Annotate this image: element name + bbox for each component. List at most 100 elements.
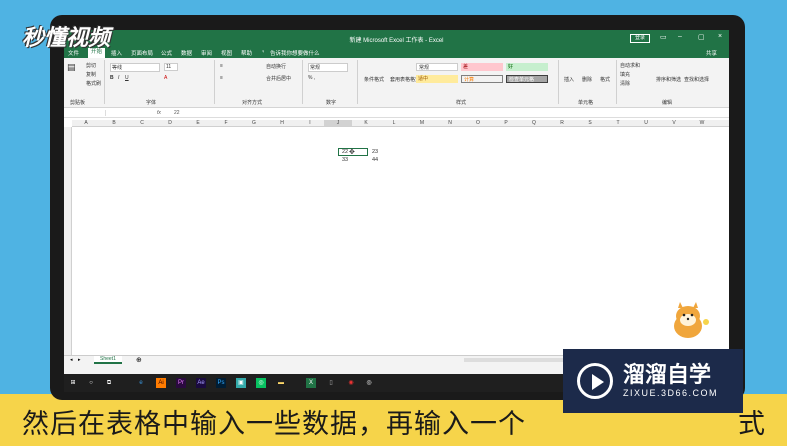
ribbon-options-icon[interactable]: ▭	[660, 33, 667, 41]
column-header-selected[interactable]: J	[324, 120, 352, 126]
tab-formulas[interactable]: 公式	[161, 49, 172, 57]
column-header[interactable]: A	[72, 120, 100, 126]
wechat-icon[interactable]: ◎	[256, 378, 266, 388]
cell-k2[interactable]: 44	[372, 157, 378, 163]
percent-icon[interactable]: % ,	[308, 75, 315, 81]
style-calculation[interactable]: 计算	[461, 75, 503, 83]
cut-button[interactable]: 剪切	[86, 62, 96, 69]
worksheet-grid[interactable]: A B C D E F G H I J K L M N O P Q R S T …	[64, 120, 729, 360]
merge-center-button[interactable]: 合并后居中	[266, 75, 291, 82]
scroll-left-icon[interactable]: ◂	[70, 357, 73, 363]
tab-view[interactable]: 视图	[221, 49, 232, 57]
column-header[interactable]: L	[380, 120, 408, 126]
scroll-right-icon[interactable]: ▸	[78, 357, 81, 363]
column-header[interactable]: G	[240, 120, 268, 126]
paste-icon[interactable]: ▤	[67, 62, 76, 73]
cell-j1[interactable]: 22	[342, 149, 348, 155]
app-icon[interactable]: ▣	[236, 378, 246, 388]
minimize-icon[interactable]: –	[678, 33, 682, 40]
underline-button[interactable]: U	[125, 75, 129, 81]
column-header[interactable]: V	[660, 120, 688, 126]
app-icon[interactable]: ▯	[326, 378, 336, 388]
conditional-format-button[interactable]: 条件格式	[364, 76, 384, 83]
cell-k1[interactable]: 23	[372, 149, 378, 155]
style-bad[interactable]: 差	[461, 63, 503, 71]
column-header[interactable]: W	[688, 120, 716, 126]
column-header[interactable]: H	[268, 120, 296, 126]
task-view-icon[interactable]: ⧉	[104, 378, 114, 388]
column-header[interactable]: D	[156, 120, 184, 126]
tab-review[interactable]: 审阅	[201, 49, 212, 57]
align-left-icon[interactable]: ≡	[220, 75, 223, 81]
styles-group-label: 样式	[456, 100, 467, 106]
column-header[interactable]: K	[352, 120, 380, 126]
brand-url: ZIXUE.3D66.COM	[623, 388, 719, 398]
insert-cells-button[interactable]: 插入	[564, 76, 574, 83]
font-size-select[interactable]: 11	[164, 63, 178, 71]
font-color-icon[interactable]: A	[164, 75, 167, 81]
tab-page-layout[interactable]: 页面布局	[131, 49, 153, 57]
search-icon[interactable]: ○	[86, 378, 96, 388]
format-cells-button[interactable]: 格式	[600, 76, 610, 83]
cell-j2[interactable]: 33	[342, 157, 348, 163]
number-format-select[interactable]: 常规	[308, 63, 348, 72]
tab-help[interactable]: 帮助	[241, 49, 252, 57]
column-header[interactable]: S	[576, 120, 604, 126]
brand-logo: 溜溜自学 ZIXUE.3D66.COM	[563, 349, 743, 413]
folder-icon[interactable]: ▬	[276, 378, 286, 388]
sheet-tab-sheet1[interactable]: Sheet1	[94, 356, 122, 364]
column-header[interactable]: B	[100, 120, 128, 126]
column-header[interactable]: O	[464, 120, 492, 126]
title-bar: 新建 Microsoft Excel 工作表 - Excel 登录 ▭ – ▢ …	[64, 30, 729, 47]
record-icon[interactable]: ◉	[346, 378, 356, 388]
maximize-icon[interactable]: ▢	[698, 33, 705, 41]
clear-button[interactable]: 清除	[620, 80, 630, 87]
column-header[interactable]: M	[408, 120, 436, 126]
login-button[interactable]: 登录	[630, 34, 650, 43]
excel-icon[interactable]: X	[306, 378, 316, 388]
sort-filter-button[interactable]: 排序和筛选	[656, 76, 681, 83]
bold-button[interactable]: B	[110, 75, 114, 81]
formula-input[interactable]: 22	[174, 110, 180, 116]
column-header[interactable]: Q	[520, 120, 548, 126]
italic-button[interactable]: I	[118, 75, 119, 81]
format-painter-button[interactable]: 格式刷	[86, 80, 101, 87]
divider	[302, 60, 303, 104]
column-header[interactable]: E	[184, 120, 212, 126]
column-header[interactable]: R	[548, 120, 576, 126]
fx-icon[interactable]: fx	[157, 110, 161, 116]
column-header[interactable]: U	[632, 120, 660, 126]
edge-icon[interactable]: e	[136, 378, 146, 388]
column-header[interactable]: F	[212, 120, 240, 126]
share-button[interactable]: 共享	[706, 49, 717, 57]
column-header[interactable]: N	[436, 120, 464, 126]
photoshop-icon[interactable]: Ps	[216, 378, 226, 388]
premiere-icon[interactable]: Pr	[176, 378, 186, 388]
font-name-select[interactable]: 等线	[110, 63, 160, 72]
column-header[interactable]: C	[128, 120, 156, 126]
delete-cells-button[interactable]: 删除	[582, 76, 592, 83]
autosum-button[interactable]: 自动求和	[620, 62, 640, 69]
tell-me-box[interactable]: 告诉我你想要做什么	[270, 49, 320, 57]
after-effects-icon[interactable]: Ae	[196, 378, 206, 388]
style-normal[interactable]: 常规	[416, 63, 458, 71]
style-neutral[interactable]: 适中	[416, 75, 458, 83]
windows-start-icon[interactable]: ⊞	[68, 378, 78, 388]
illustrator-icon[interactable]: Ai	[156, 378, 166, 388]
name-box[interactable]	[68, 110, 106, 116]
tab-insert[interactable]: 插入	[111, 49, 122, 57]
align-top-icon[interactable]: ≡	[220, 63, 223, 69]
style-good[interactable]: 好	[506, 63, 548, 71]
add-sheet-icon[interactable]: ⊕	[136, 356, 142, 364]
find-select-button[interactable]: 查找和选择	[684, 76, 709, 83]
tab-data[interactable]: 数据	[181, 49, 192, 57]
column-header[interactable]: P	[492, 120, 520, 126]
column-header[interactable]: T	[604, 120, 632, 126]
close-icon[interactable]: ×	[718, 33, 722, 40]
fill-button[interactable]: 填充	[620, 71, 630, 78]
wrap-text-button[interactable]: 自动换行	[266, 63, 286, 70]
app-icon[interactable]: ◎	[364, 378, 374, 388]
copy-button[interactable]: 复制	[86, 71, 96, 78]
column-header[interactable]: I	[296, 120, 324, 126]
style-check-cell[interactable]: 检查单元格	[506, 75, 548, 83]
